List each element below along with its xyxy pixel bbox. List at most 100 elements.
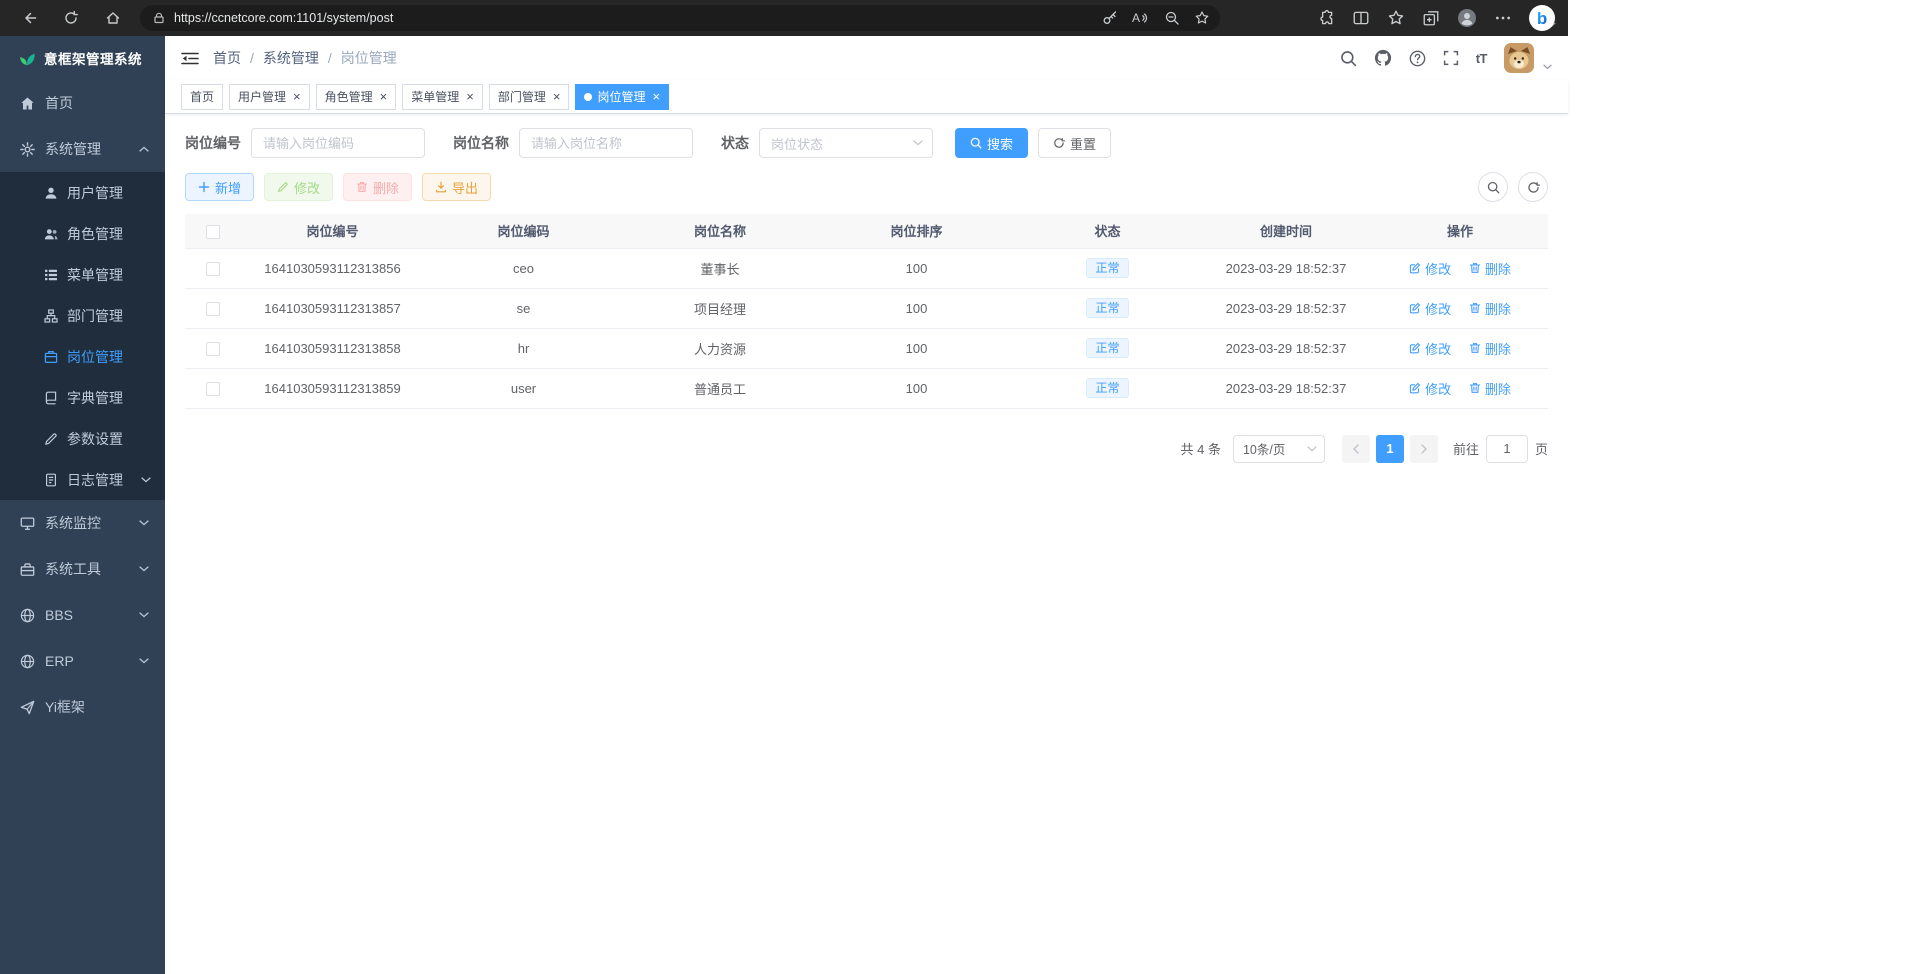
bing-copilot-button[interactable]: b — [1529, 5, 1556, 31]
tab-post-mgmt[interactable]: 岗位管理 × — [575, 84, 669, 110]
goto-page-input[interactable] — [1486, 435, 1528, 463]
close-icon[interactable]: × — [380, 90, 388, 103]
password-key-button[interactable] — [1102, 10, 1118, 26]
row-delete-button[interactable]: 删除 — [1469, 379, 1511, 398]
table-row[interactable]: 1641030593112313856 ceo 董事长 100 正常 2023-… — [185, 248, 1548, 288]
tab-menu-mgmt[interactable]: 菜单管理 × — [402, 84, 483, 110]
plus-icon — [198, 181, 210, 193]
trash-icon — [1469, 262, 1481, 274]
sidebar-item-role-mgmt[interactable]: 角色管理 — [0, 213, 165, 254]
sidebar-item-label: 角色管理 — [67, 224, 123, 244]
tab-home[interactable]: 首页 — [181, 84, 223, 110]
font-size-button[interactable]: tT — [1476, 51, 1487, 66]
edit-button[interactable]: 修改 — [264, 173, 333, 201]
table-row[interactable]: 1641030593112313857 se 项目经理 100 正常 2023-… — [185, 288, 1548, 328]
header-search-button[interactable] — [1340, 50, 1357, 67]
row-edit-button[interactable]: 修改 — [1409, 259, 1451, 278]
add-button[interactable]: 新增 — [185, 173, 254, 201]
add-favorite-button[interactable] — [1194, 10, 1210, 26]
read-aloud-button[interactable]: A — [1132, 11, 1150, 25]
hamburger-icon — [181, 51, 199, 66]
prev-page-button[interactable] — [1342, 435, 1370, 463]
favorites-button[interactable] — [1387, 9, 1405, 27]
sidebar-item-erp[interactable]: ERP — [0, 638, 165, 684]
page-number-button[interactable]: 1 — [1376, 435, 1404, 463]
edit-icon — [1409, 382, 1421, 394]
close-icon[interactable]: × — [652, 90, 660, 103]
extensions-button[interactable] — [1317, 9, 1335, 27]
breadcrumb-system-mgmt[interactable]: 系统管理 — [263, 48, 319, 68]
reset-button[interactable]: 重置 — [1038, 128, 1111, 158]
svg-text:A: A — [1132, 11, 1140, 25]
refresh-table-button[interactable] — [1518, 172, 1548, 202]
cell-post-name: 项目经理 — [622, 288, 818, 328]
sidebar-item-menu-mgmt[interactable]: 菜单管理 — [0, 254, 165, 295]
tab-user-mgmt[interactable]: 用户管理 × — [229, 84, 310, 110]
tab-dept-mgmt[interactable]: 部门管理 × — [489, 84, 570, 110]
sidebar-item-dict-mgmt[interactable]: 字典管理 — [0, 377, 165, 418]
table-row[interactable]: 1641030593112313859 user 普通员工 100 正常 202… — [185, 368, 1548, 408]
sidebar-item-dept-mgmt[interactable]: 部门管理 — [0, 295, 165, 336]
profile-avatar-icon — [1457, 8, 1477, 28]
app-logo[interactable]: 意框架管理系统 — [0, 36, 165, 80]
browser-profile-button[interactable] — [1457, 8, 1477, 28]
help-button[interactable] — [1409, 50, 1426, 67]
browser-settings-button[interactable] — [1494, 9, 1512, 27]
table-row[interactable]: 1641030593112313858 hr 人力资源 100 正常 2023-… — [185, 328, 1548, 368]
sidebar-item-yi-framework[interactable]: Yi框架 — [0, 684, 165, 730]
select-all-checkbox[interactable] — [206, 225, 220, 239]
search-button[interactable]: 搜索 — [955, 128, 1028, 158]
page-size-select[interactable]: 10条/页 — [1233, 435, 1325, 463]
sidebar-item-param-settings[interactable]: 参数设置 — [0, 418, 165, 459]
sidebar-item-log-mgmt[interactable]: 日志管理 — [0, 459, 165, 500]
sidebar-item-post-mgmt[interactable]: 岗位管理 — [0, 336, 165, 377]
user-avatar[interactable] — [1504, 43, 1534, 73]
split-screen-button[interactable] — [1352, 9, 1370, 27]
status-select[interactable]: 岗位状态 — [759, 128, 933, 158]
breadcrumb-home[interactable]: 首页 — [213, 48, 241, 68]
tab-role-mgmt[interactable]: 角色管理 × — [316, 84, 397, 110]
browser-address-bar[interactable]: https://ccnetcore.com:1101/system/post A — [140, 5, 1220, 31]
row-checkbox[interactable] — [206, 342, 220, 356]
row-edit-button[interactable]: 修改 — [1409, 299, 1451, 318]
cell-created: 2023-03-29 18:52:37 — [1200, 368, 1372, 408]
row-delete-button[interactable]: 删除 — [1469, 259, 1511, 278]
close-icon[interactable]: × — [466, 90, 474, 103]
toggle-search-button[interactable] — [1478, 172, 1508, 202]
row-checkbox[interactable] — [206, 262, 220, 276]
github-button[interactable] — [1374, 49, 1392, 67]
collections-button[interactable] — [1422, 9, 1440, 27]
row-edit-button[interactable]: 修改 — [1409, 339, 1451, 358]
col-header-post-code: 岗位编码 — [425, 214, 622, 248]
zoom-out-button[interactable] — [1164, 10, 1180, 26]
cell-post-sort: 100 — [818, 368, 1015, 408]
goto-label: 前往 — [1453, 439, 1479, 458]
row-edit-button[interactable]: 修改 — [1409, 379, 1451, 398]
browser-refresh-button[interactable] — [56, 4, 86, 32]
row-delete-button[interactable]: 删除 — [1469, 339, 1511, 358]
browser-home-button[interactable] — [98, 4, 128, 32]
sidebar-item-system-mgmt[interactable]: 系统管理 — [0, 126, 165, 172]
sidebar-item-system-tools[interactable]: 系统工具 — [0, 546, 165, 592]
row-checkbox[interactable] — [206, 302, 220, 316]
post-name-input[interactable] — [519, 128, 693, 158]
row-checkbox[interactable] — [206, 382, 220, 396]
browser-back-button[interactable] — [14, 4, 44, 32]
sidebar-item-system-monitor[interactable]: 系统监控 — [0, 500, 165, 546]
sidebar-fold-button[interactable] — [181, 51, 199, 66]
row-delete-button[interactable]: 删除 — [1469, 299, 1511, 318]
delete-button[interactable]: 删除 — [343, 173, 412, 201]
next-page-button[interactable] — [1410, 435, 1438, 463]
sidebar-item-home[interactable]: 首页 — [0, 80, 165, 126]
status-badge: 正常 — [1086, 338, 1128, 358]
close-icon[interactable]: × — [293, 90, 301, 103]
close-icon[interactable]: × — [553, 90, 561, 103]
post-code-input[interactable] — [251, 128, 425, 158]
export-button[interactable]: 导出 — [422, 173, 491, 201]
sidebar-item-user-mgmt[interactable]: 用户管理 — [0, 172, 165, 213]
status-badge: 正常 — [1086, 298, 1128, 318]
url-text[interactable]: https://ccnetcore.com:1101/system/post — [174, 11, 1102, 25]
list-icon — [44, 268, 58, 282]
sidebar-item-bbs[interactable]: BBS — [0, 592, 165, 638]
fullscreen-button[interactable] — [1443, 50, 1459, 66]
